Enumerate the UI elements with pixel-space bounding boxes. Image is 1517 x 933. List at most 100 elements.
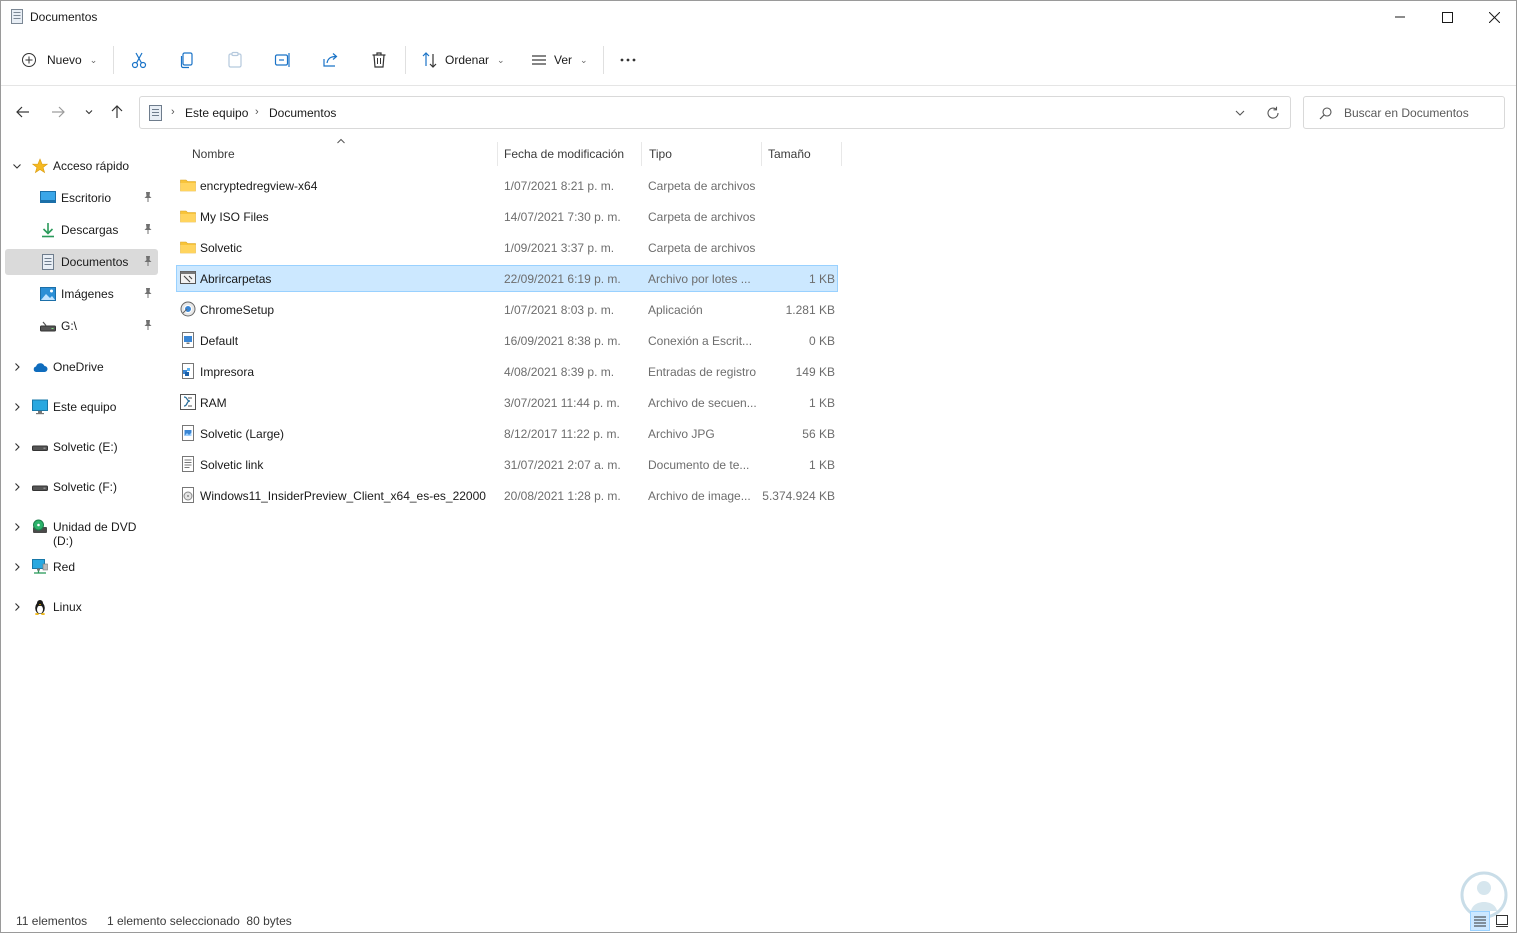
file-row[interactable]: Windows11_InsiderPreview_Client_x64_es-e… — [176, 482, 838, 509]
navigation-pane: Acceso rápido Escritorio Descargas Docum… — [1, 146, 166, 906]
chevron-right-icon[interactable] — [11, 441, 23, 453]
chevron-down-icon[interactable] — [11, 160, 23, 172]
remote-desktop-icon — [182, 332, 194, 348]
copy-button[interactable] — [178, 45, 196, 75]
sort-button[interactable]: Ordenar ⌄ — [421, 45, 505, 75]
share-button[interactable] — [322, 45, 340, 75]
column-header-date[interactable]: Fecha de modificación — [504, 147, 624, 173]
details-view-button[interactable] — [1470, 911, 1490, 931]
file-row[interactable]: Default 16/09/2021 8:38 p. m. Conexión a… — [176, 327, 838, 354]
file-name: Solvetic (Large) — [200, 427, 285, 441]
text-file-icon — [182, 456, 194, 472]
search-box[interactable]: Buscar en Documentos — [1303, 96, 1505, 129]
file-row[interactable]: Solvetic (Large) 8/12/2017 11:22 p. m. A… — [176, 420, 838, 447]
forward-button[interactable] — [46, 100, 70, 124]
file-row[interactable]: My ISO Files 14/07/2021 7:30 p. m. Carpe… — [176, 203, 838, 230]
recent-locations-button[interactable] — [77, 100, 101, 124]
chevron-right-icon[interactable] — [11, 361, 23, 373]
sidebar-item-documentos[interactable]: Documentos — [5, 249, 158, 275]
column-divider[interactable] — [841, 142, 842, 166]
close-button[interactable] — [1471, 1, 1517, 33]
pin-icon — [144, 256, 152, 266]
more-options-button[interactable] — [618, 45, 638, 75]
sidebar-item-descargas[interactable]: Descargas — [5, 217, 158, 243]
column-header-type[interactable]: Tipo — [649, 147, 672, 173]
sidebar-item-linux[interactable]: Linux — [5, 594, 158, 620]
file-row[interactable]: ChromeSetup 1/07/2021 8:03 p. m. Aplicac… — [176, 296, 838, 323]
close-icon — [1488, 11, 1500, 23]
large-icons-view-button[interactable] — [1492, 911, 1512, 931]
sidebar-item-label: Este equipo — [53, 400, 117, 414]
file-row[interactable]: Solvetic 1/09/2021 3:37 p. m. Carpeta de… — [176, 234, 838, 261]
file-size: 0 KB — [808, 334, 835, 348]
paste-button[interactable] — [226, 45, 244, 75]
file-size: 56 KB — [802, 427, 835, 441]
column-divider[interactable] — [641, 142, 642, 166]
sidebar-item-este-equipo[interactable]: Este equipo — [5, 394, 158, 420]
file-date: 4/08/2021 8:39 p. m. — [504, 365, 615, 379]
chevron-right-icon[interactable] — [11, 601, 23, 613]
file-type: Aplicación — [648, 303, 703, 317]
arrow-up-icon — [111, 105, 123, 118]
file-row[interactable]: Impresora 4/08/2021 8:39 p. m. Entradas … — [176, 358, 838, 385]
sidebar-item-solvetic-e[interactable]: Solvetic (E:) — [5, 434, 158, 460]
minimize-icon — [1395, 16, 1405, 18]
maximize-button[interactable] — [1424, 1, 1470, 33]
column-header-name[interactable]: Nombre — [192, 147, 235, 173]
sidebar-item-drive-g[interactable]: G:\ — [5, 313, 158, 339]
chevron-right-icon[interactable] — [11, 521, 23, 533]
chevron-down-icon: ⌄ — [580, 54, 588, 65]
file-date: 16/09/2021 8:38 p. m. — [504, 334, 621, 348]
column-header-size[interactable]: Tamaño — [768, 147, 811, 173]
rename-icon — [274, 53, 290, 67]
address-bar[interactable]: › Este equipo › Documentos — [139, 96, 1291, 129]
file-row[interactable]: encryptedregview-x64 1/07/2021 8:21 p. m… — [176, 172, 838, 199]
cut-icon — [131, 52, 147, 69]
monitor-icon — [32, 399, 48, 415]
delete-button[interactable] — [370, 45, 388, 75]
sidebar-item-label: Linux — [53, 600, 82, 614]
cut-button[interactable] — [130, 45, 148, 75]
file-type: Carpeta de archivos — [648, 210, 756, 224]
view-button[interactable]: Ver ⌄ — [530, 45, 588, 75]
chevron-right-icon[interactable] — [11, 401, 23, 413]
sidebar-item-onedrive[interactable]: OneDrive — [5, 354, 158, 380]
sidebar-item-label: Unidad de DVD (D:) — [53, 520, 137, 548]
file-row-selected[interactable]: Abrircarpetas 22/09/2021 6:19 p. m. Arch… — [176, 265, 838, 292]
chevron-right-icon[interactable] — [11, 561, 23, 573]
minimize-button[interactable] — [1377, 1, 1423, 33]
file-size: 1 KB — [808, 396, 835, 410]
file-date: 1/07/2021 8:03 p. m. — [504, 303, 615, 317]
file-date: 1/09/2021 3:37 p. m. — [504, 241, 615, 255]
chevron-down-icon[interactable] — [1234, 108, 1246, 118]
sidebar-item-solvetic-f[interactable]: Solvetic (F:) — [5, 474, 158, 500]
rename-button[interactable] — [274, 45, 292, 75]
status-item-count: 11 elementos — [16, 914, 88, 928]
file-name: Default — [200, 334, 239, 348]
sidebar-item-escritorio[interactable]: Escritorio — [5, 185, 158, 211]
file-row[interactable]: RAM 3/07/2021 11:44 p. m. Archivo de sec… — [176, 389, 838, 416]
toolbar-separator — [113, 46, 114, 74]
chevron-right-icon[interactable] — [11, 481, 23, 493]
dvd-icon — [33, 519, 47, 533]
installer-icon — [180, 301, 196, 317]
sidebar-item-red[interactable]: Red — [5, 554, 158, 580]
sidebar-item-imagenes[interactable]: Imágenes — [5, 281, 158, 307]
pin-icon — [144, 320, 152, 330]
file-row[interactable]: Solvetic link 31/07/2021 2:07 a. m. Docu… — [176, 451, 838, 478]
sidebar-item-acceso-rapido[interactable]: Acceso rápido — [5, 153, 158, 179]
file-type: Documento de te... — [648, 458, 750, 472]
share-icon — [323, 53, 338, 67]
column-divider[interactable] — [497, 142, 498, 166]
breadcrumb-este-equipo[interactable]: Este equipo — [185, 106, 248, 120]
column-divider[interactable] — [761, 142, 762, 166]
up-button[interactable] — [105, 100, 129, 124]
maximize-icon — [1441, 11, 1453, 23]
sidebar-item-label: Solvetic (F:) — [53, 480, 118, 494]
file-type: Carpeta de archivos — [648, 179, 756, 193]
refresh-icon[interactable] — [1266, 106, 1280, 120]
breadcrumb-documentos[interactable]: Documentos — [269, 106, 336, 120]
new-button[interactable]: Nuevo ⌄ — [21, 45, 97, 75]
sidebar-item-dvd-d[interactable]: Unidad de DVD (D:) — [5, 514, 158, 548]
back-button[interactable] — [11, 100, 35, 124]
